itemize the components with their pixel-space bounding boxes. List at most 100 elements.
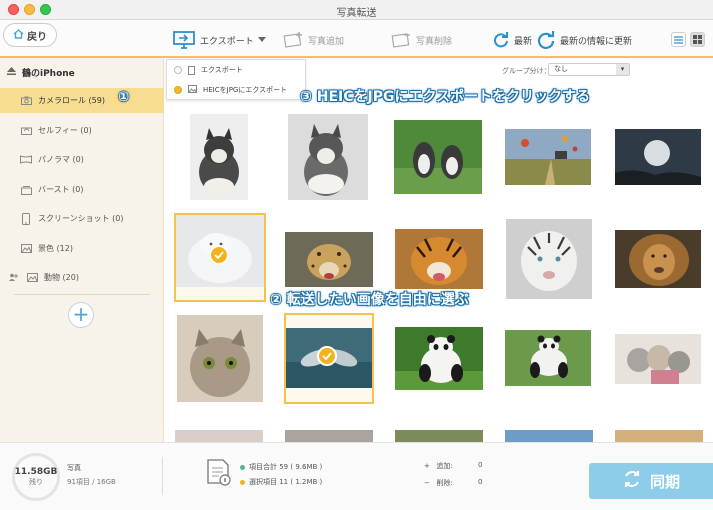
sidebar-item-label: スクリーンショット (0) xyxy=(38,214,124,223)
grid-view-button[interactable] xyxy=(690,32,705,47)
selected-check-icon xyxy=(209,245,229,265)
delete-photo-button[interactable]: 写真削除 xyxy=(390,26,452,54)
photo-white-tiger[interactable] xyxy=(506,219,592,299)
photo-kitten[interactable] xyxy=(177,315,263,402)
file-info-icon xyxy=(206,459,232,490)
sync-button[interactable]: 同期 xyxy=(589,463,713,499)
selected-items-row: 選択項目 11 ( 1.2MB ) xyxy=(240,477,322,487)
sidebar-item-label: セルフィー (0) xyxy=(38,126,92,135)
animal-icon xyxy=(26,272,38,284)
panda-image xyxy=(395,327,483,390)
photo-lion[interactable] xyxy=(615,230,701,288)
photo-17[interactable] xyxy=(285,430,373,442)
photo-20[interactable] xyxy=(615,430,703,442)
sync-icon xyxy=(622,469,642,493)
sidebar-item-label: バースト (0) xyxy=(38,185,84,194)
plus-icon: + xyxy=(72,302,90,326)
panorama-icon xyxy=(20,154,32,166)
grid-icon xyxy=(693,35,702,44)
device-header[interactable]: 鶴のiPhone xyxy=(7,66,75,79)
back-label: 戻り xyxy=(27,31,47,43)
people-icon xyxy=(8,272,20,284)
back-button[interactable]: 戻り xyxy=(3,23,57,47)
balloons-image xyxy=(505,129,591,185)
delete-count: 0 xyxy=(478,478,483,486)
photo-tiger[interactable] xyxy=(395,229,483,289)
sidebar-item-burst[interactable]: バースト (0) xyxy=(0,177,164,202)
moon-image xyxy=(615,129,701,185)
list-icon xyxy=(674,35,683,44)
photo-kittens[interactable] xyxy=(615,334,701,384)
refresh-icon xyxy=(492,31,510,49)
group-by-select[interactable]: なし ▾ xyxy=(548,63,630,76)
kitten-image xyxy=(177,315,263,402)
view-toggle xyxy=(671,32,705,47)
add-photo-label: 写真追加 xyxy=(308,36,345,47)
export-menu-item-export[interactable]: エクスポート xyxy=(167,60,305,80)
total-dot xyxy=(240,464,245,470)
title-bar: 写真転送 xyxy=(0,0,713,20)
lion-image xyxy=(615,230,701,288)
update-info-button[interactable]: 最新の情報に更新 xyxy=(536,26,632,54)
delete-count-row: − 削除: xyxy=(424,479,453,487)
sidebar-item-label: カメラロール (59) xyxy=(38,96,105,105)
add-album-button[interactable]: + xyxy=(68,302,94,328)
group-by-value: なし xyxy=(554,65,568,73)
photo-16[interactable] xyxy=(175,430,263,442)
photo-panda-grass[interactable] xyxy=(505,330,591,386)
photo-18[interactable] xyxy=(395,430,483,442)
photo-hot-air-balloons[interactable] xyxy=(505,129,591,185)
toolbar: 戻り エクスポート 写真追加 写真削除 最新 最新の情報に更新 xyxy=(0,20,713,58)
sidebar-divider xyxy=(14,294,150,295)
sidebar-item-label: 動物 (20) xyxy=(44,273,79,282)
image-icon xyxy=(188,85,197,95)
sync-label: 同期 xyxy=(649,472,680,491)
monitor-icon xyxy=(172,30,196,50)
export-menu-item-heic-to-jpg[interactable]: HEICをJPGにエクスポート xyxy=(167,80,305,100)
sidebar-item-screenshot[interactable]: スクリーンショット (0) xyxy=(0,206,164,231)
leopard-image xyxy=(285,232,373,287)
white-tiger-image xyxy=(506,219,592,299)
photo-husky-puppy[interactable] xyxy=(190,114,248,200)
sidebar-item-camera-roll[interactable]: カメラロール (59) xyxy=(0,88,164,113)
photo-husky-puppy-snow[interactable] xyxy=(288,114,368,200)
sidebar: 鶴のiPhone カメラロール (59) セルフィー (0) パノラマ (0) … xyxy=(0,58,164,442)
photo-grid-area: グループ分け： なし ▾ xyxy=(165,58,713,442)
home-icon xyxy=(13,28,24,42)
photo-19[interactable] xyxy=(505,430,593,442)
add-count-row: + 追加: xyxy=(424,462,453,470)
add-photo-icon xyxy=(282,31,304,49)
camera-icon xyxy=(20,95,32,107)
sidebar-item-selfie[interactable]: セルフィー (0) xyxy=(0,118,164,143)
sidebar-item-scenery[interactable]: 景色 (12) xyxy=(0,236,164,261)
landscape-icon xyxy=(20,243,32,255)
delete-photo-label: 写真削除 xyxy=(416,36,453,47)
footer-divider xyxy=(162,457,163,495)
selected-dot xyxy=(240,479,245,485)
selected-check-icon xyxy=(317,346,337,366)
photo-panda[interactable] xyxy=(395,327,483,390)
kittens-image xyxy=(615,334,701,384)
add-label: 追加: xyxy=(436,462,453,470)
storage-detail: 91項目 / 16GB xyxy=(67,478,116,486)
photo-moon-night[interactable] xyxy=(615,129,701,185)
selfie-icon xyxy=(20,125,32,137)
callout-step-3: ③ HEICをJPGにエクスポートをクリックする xyxy=(300,89,591,105)
photo-leopard[interactable] xyxy=(285,232,373,287)
sidebar-item-animals[interactable]: 動物 (20) xyxy=(0,265,164,290)
footer-bar: 11.58GB 残り 写真 91項目 / 16GB 項目合計 59 ( 9.6M… xyxy=(0,442,713,510)
photo-huskies[interactable] xyxy=(394,120,482,194)
export-button[interactable]: エクスポート xyxy=(172,26,266,54)
total-items: 項目合計 59 ( 9.6MB ) xyxy=(249,463,323,471)
sidebar-item-panorama[interactable]: パノラマ (0) xyxy=(0,147,164,172)
update-icon xyxy=(536,30,556,50)
export-menu-label: エクスポート xyxy=(201,66,243,74)
callout-step-2: ② 転送したい画像を自由に選ぶ xyxy=(270,292,469,308)
add-photo-button[interactable]: 写真追加 xyxy=(282,26,344,54)
list-view-button[interactable] xyxy=(671,32,686,47)
update-info-label: 最新の情報に更新 xyxy=(560,36,633,47)
sidebar-item-label: 景色 (12) xyxy=(38,244,73,253)
radio-icon xyxy=(174,66,182,74)
burst-icon xyxy=(20,184,32,196)
refresh-button[interactable]: 最新 xyxy=(492,26,532,54)
